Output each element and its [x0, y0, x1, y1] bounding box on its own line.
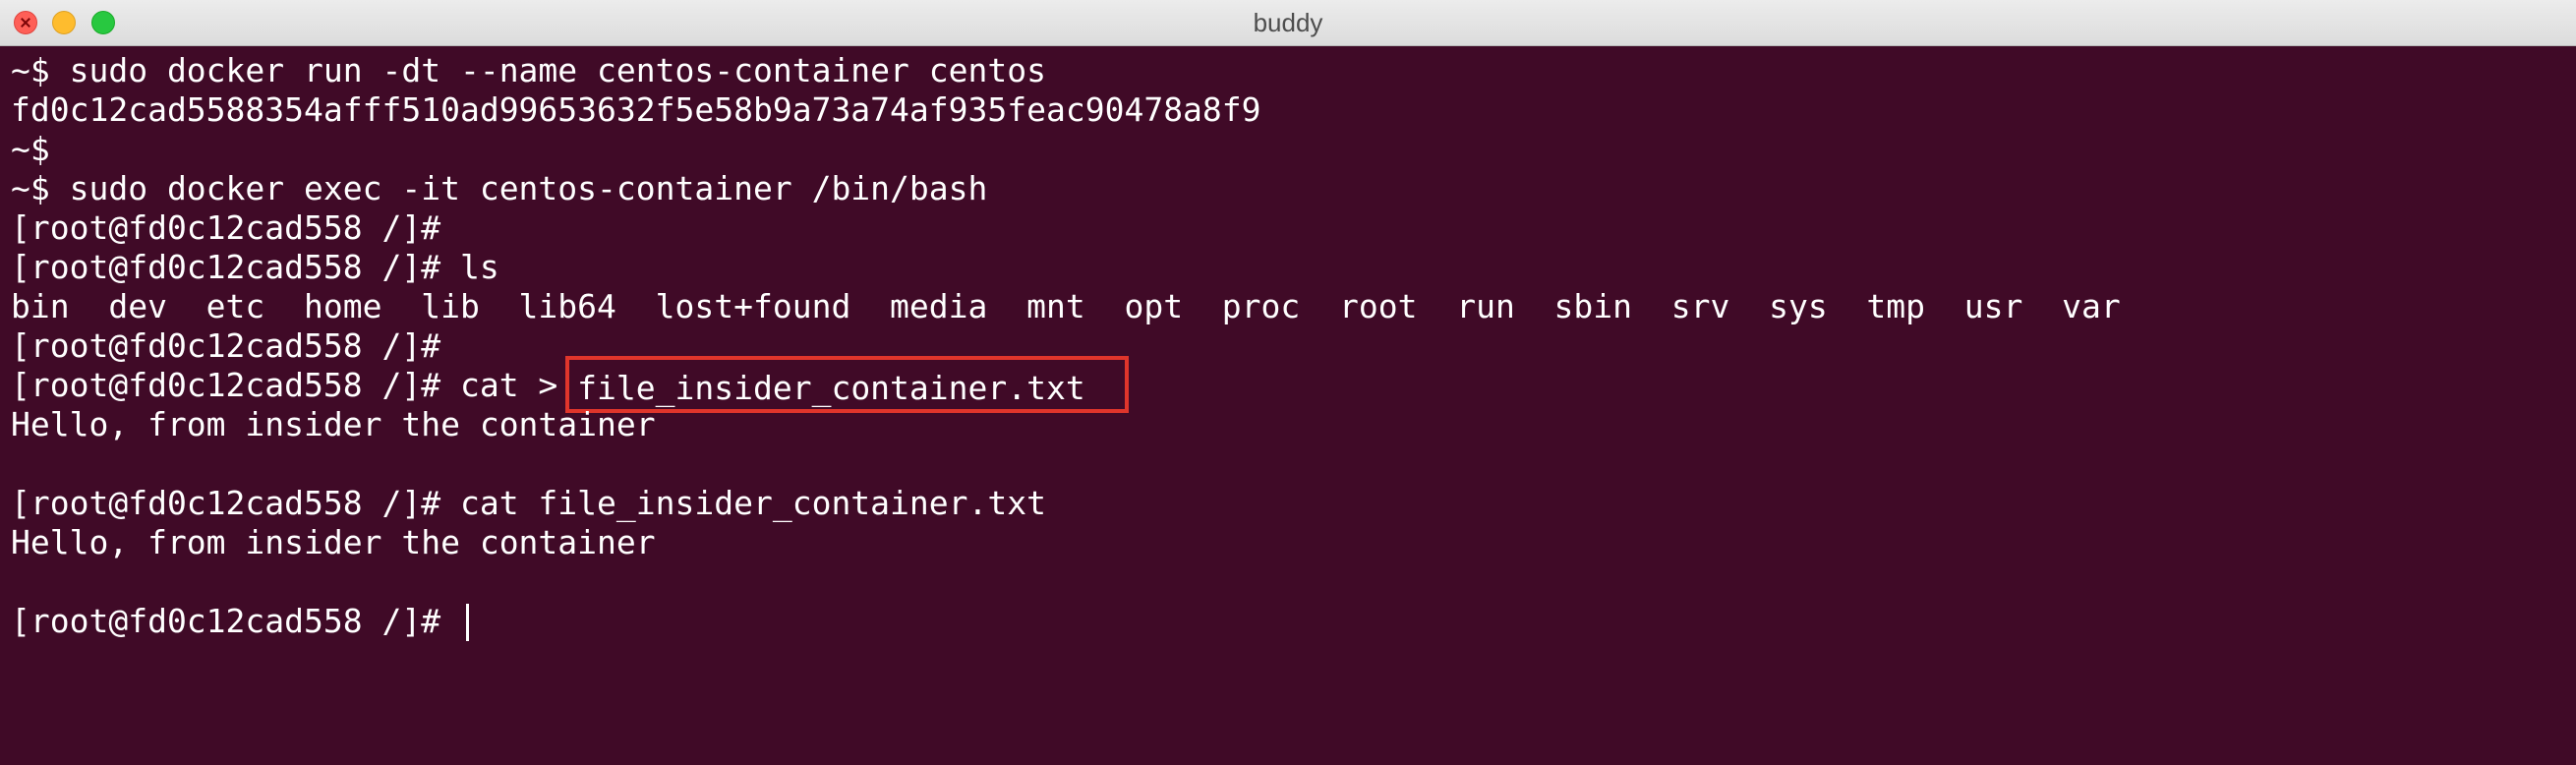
- terminal-line: Hello, from insider the container: [11, 405, 656, 443]
- highlighted-filename-box: file_insider_container.txt: [565, 356, 1129, 413]
- terminal-line: ~$ sudo docker run -dt --name centos-con…: [11, 51, 1046, 89]
- terminal-line: [root@fd0c12cad558 /]# cat file_insider_…: [11, 484, 1046, 522]
- command-prefix: [root@fd0c12cad558 /]# cat >: [11, 366, 578, 404]
- terminal-line: [root@fd0c12cad558 /]# ls: [11, 248, 499, 286]
- terminal-line: ~$: [11, 130, 50, 168]
- terminal-line: fd0c12cad5588354afff510ad99653632f5e58b9…: [11, 90, 1261, 129]
- terminal-line: ~$ sudo docker exec -it centos-container…: [11, 169, 988, 207]
- shell-prompt: [root@fd0c12cad558 /]#: [11, 602, 460, 640]
- window-title: buddy: [1253, 8, 1323, 37]
- terminal-line: Hello, from insider the container: [11, 523, 656, 561]
- text-cursor: [465, 604, 469, 641]
- title-bar[interactable]: buddy: [0, 0, 2576, 46]
- terminal-line: bin dev etc home lib lib64 lost+found me…: [11, 287, 2121, 325]
- highlighted-filename: file_insider_container.txt: [577, 369, 1085, 407]
- terminal-line: [root@fd0c12cad558 /]#: [11, 208, 441, 247]
- terminal-window: buddy ~$ sudo docker run -dt --name cent…: [0, 0, 2576, 765]
- terminal-output[interactable]: ~$ sudo docker run -dt --name centos-con…: [11, 51, 2567, 759]
- terminal-line-highlighted: [root@fd0c12cad558 /]# cat > file_inside…: [11, 356, 2567, 413]
- terminal-line: [root@fd0c12cad558 /]#: [11, 326, 441, 365]
- terminal-prompt-line[interactable]: [root@fd0c12cad558 /]#: [11, 602, 2567, 641]
